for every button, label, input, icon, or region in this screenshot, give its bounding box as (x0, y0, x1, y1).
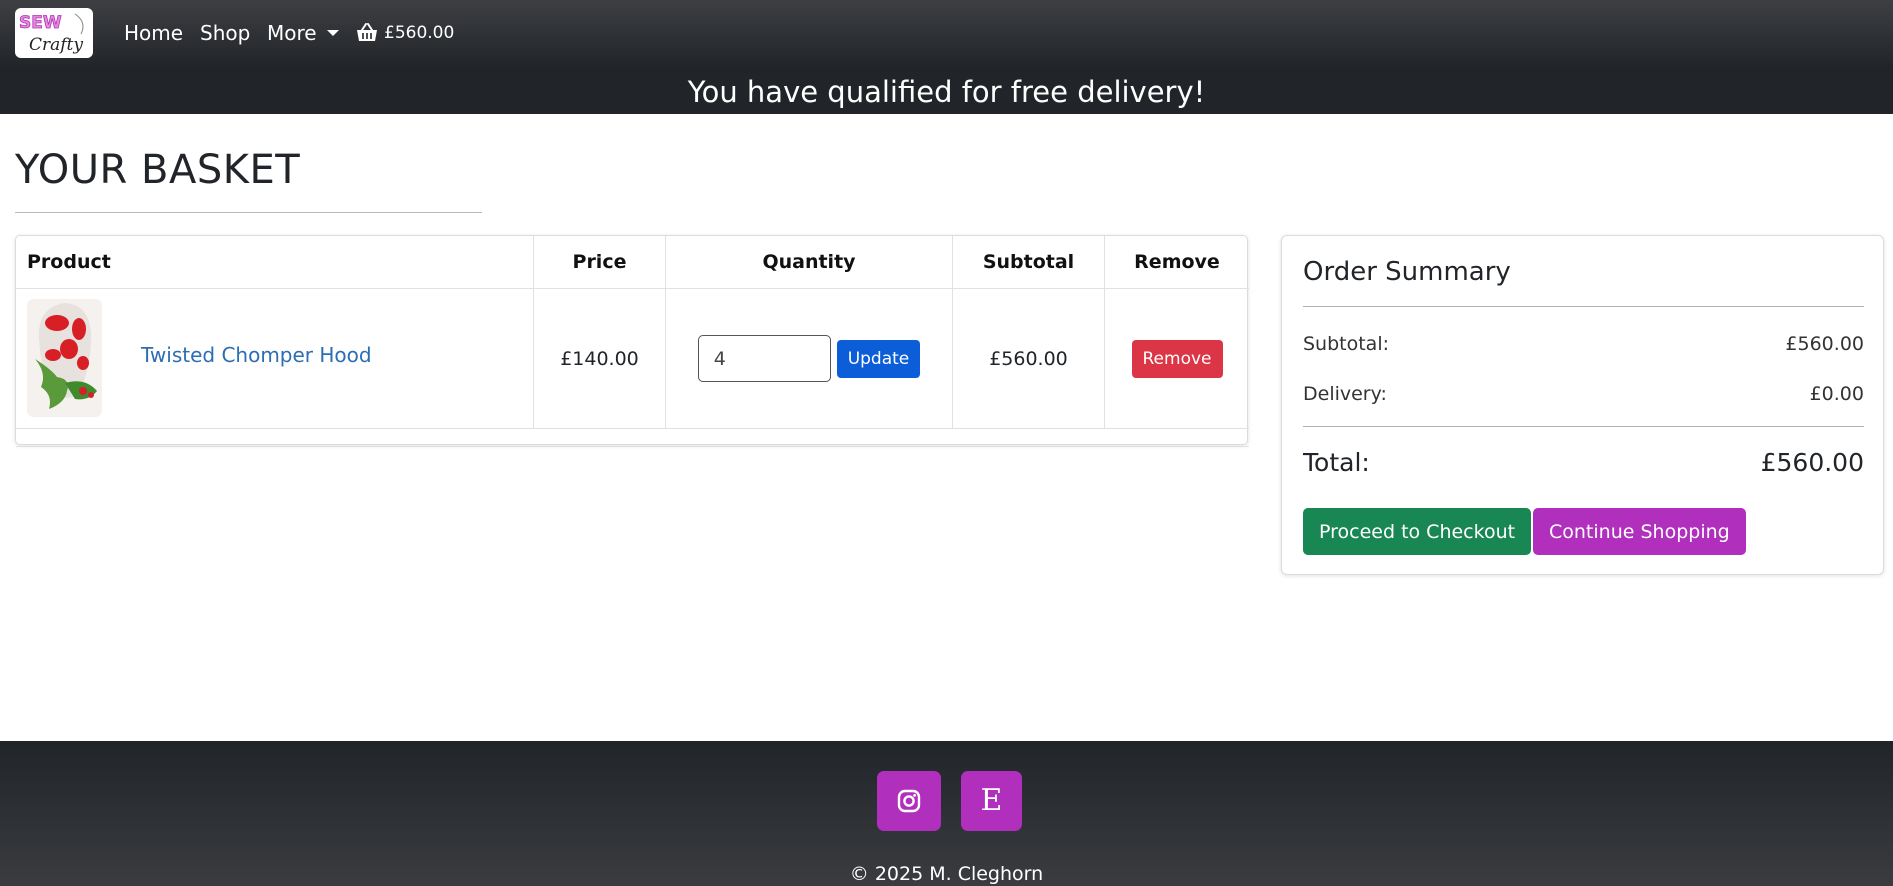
summary-subtotal-label: Subtotal: (1303, 333, 1390, 355)
quantity-input[interactable] (697, 335, 831, 382)
cart-total: £560.00 (384, 23, 455, 43)
remove-button[interactable]: Remove (1131, 339, 1223, 378)
column-header-quantity: Quantity (665, 236, 953, 289)
basket-icon (357, 23, 377, 41)
column-header-subtotal: Subtotal (952, 236, 1105, 289)
summary-subtotal-row: Subtotal: £560.00 (1303, 332, 1864, 356)
logo-graphic: SEW Crafty (19, 13, 84, 55)
summary-divider (1303, 306, 1864, 307)
price-cell: £140.00 (533, 288, 666, 429)
page-title: YOUR BASKET (15, 147, 301, 193)
basket-table: Product Price Quantity Subtotal Remove T… (16, 236, 1249, 447)
product-image (27, 299, 102, 417)
order-summary-card: Order Summary Subtotal: £560.00 Delivery… (1281, 235, 1884, 575)
etsy-link[interactable]: E (961, 771, 1022, 831)
summary-total-label: Total: (1303, 448, 1370, 477)
site-logo[interactable]: SEW Crafty (15, 8, 93, 58)
summary-delivery-label: Delivery: (1303, 383, 1387, 405)
nav-more-dropdown[interactable]: More (267, 20, 339, 46)
site-footer: E © 2025 M. Cleghorn (0, 741, 1893, 886)
caret-down-icon (326, 30, 339, 36)
nav-shop[interactable]: Shop (200, 20, 250, 46)
table-header-row: Product Price Quantity Subtotal Remove (16, 236, 1249, 289)
table-spacer-cell (16, 428, 1249, 447)
site-header: SEW Crafty Home Shop More £560.00 You ha… (0, 0, 1893, 114)
remove-cell: Remove (1104, 288, 1249, 429)
subtotal-cell: £560.00 (952, 288, 1105, 429)
table-spacer-row (16, 428, 1249, 447)
free-delivery-banner: You have qualified for free delivery! (687, 75, 1206, 109)
basket-table-card: Product Price Quantity Subtotal Remove T… (15, 235, 1249, 447)
quantity-cell: Update (665, 288, 953, 429)
summary-subtotal-value: £560.00 (1785, 333, 1864, 355)
table-row: Twisted Chomper Hood £140.00 Update £560… (16, 288, 1249, 429)
cart-link[interactable]: £560.00 (356, 20, 454, 46)
logo-text-sew: SEW (19, 13, 62, 33)
nav-more-label: More (267, 21, 317, 45)
title-divider (15, 212, 482, 213)
column-header-remove: Remove (1104, 236, 1249, 289)
quantity-form: Update (666, 335, 952, 382)
product-thumbnail[interactable] (27, 299, 102, 417)
nav-home[interactable]: Home (124, 20, 183, 46)
proceed-to-checkout-button[interactable]: Proceed to Checkout (1303, 508, 1532, 555)
instagram-link[interactable] (877, 771, 941, 831)
instagram-icon (897, 789, 921, 813)
copyright-text: © 2025 M. Cleghorn (849, 863, 1044, 885)
product-cell: Twisted Chomper Hood (16, 288, 534, 429)
update-button[interactable]: Update (836, 339, 921, 378)
continue-shopping-button[interactable]: Continue Shopping (1533, 508, 1746, 555)
column-header-price: Price (533, 236, 666, 289)
summary-delivery-row: Delivery: £0.00 (1303, 382, 1864, 406)
summary-delivery-value: £0.00 (1809, 383, 1864, 405)
summary-total-row: Total: £560.00 (1303, 447, 1864, 479)
etsy-icon: E (980, 783, 1003, 818)
column-header-product: Product (16, 236, 534, 289)
summary-total-divider (1303, 426, 1864, 427)
logo-text-crafty: Crafty (29, 35, 83, 55)
product-name-link[interactable]: Twisted Chomper Hood (141, 343, 372, 367)
summary-total-value: £560.00 (1760, 448, 1864, 477)
order-summary-title: Order Summary (1303, 257, 1511, 287)
